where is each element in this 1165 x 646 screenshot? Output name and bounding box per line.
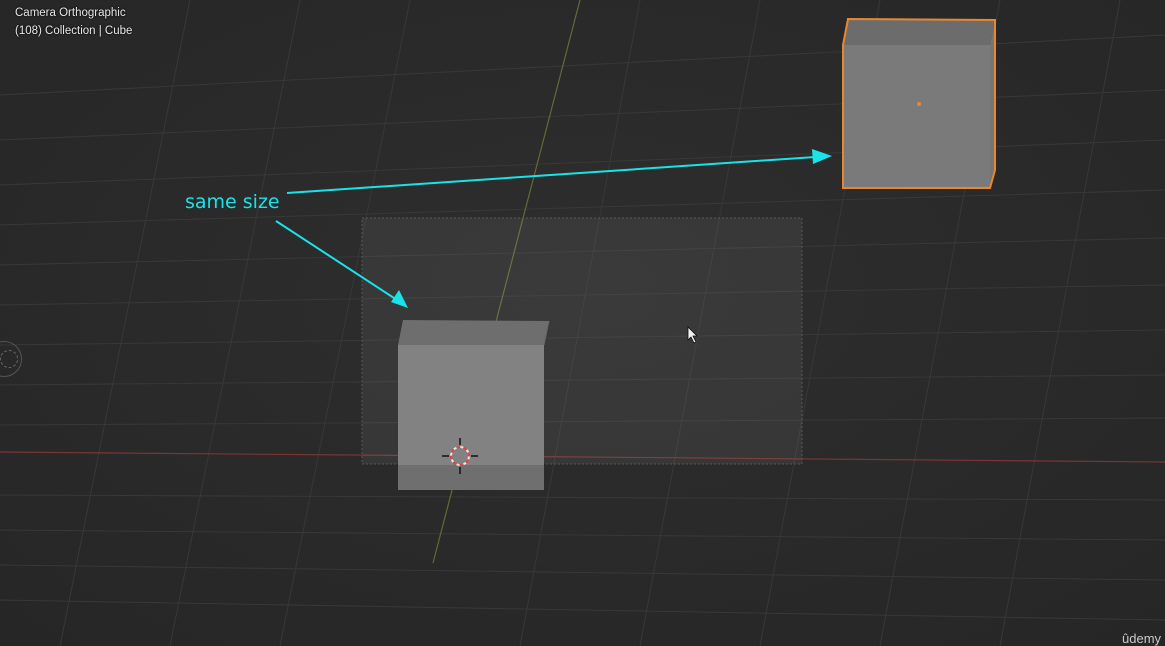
camera-view-cube[interactable] [398, 320, 550, 490]
object-origin-icon [917, 102, 921, 106]
udemy-watermark: ûdemy [1122, 631, 1162, 646]
viewport-view-label: Camera Orthographic [15, 7, 126, 19]
selected-cube[interactable] [842, 17, 996, 189]
annotation-label: same size [185, 191, 280, 213]
viewport-collection-label: (108) Collection | Cube [15, 25, 133, 37]
3d-viewport[interactable] [0, 0, 1165, 646]
gizmo-center-icon [0, 350, 18, 368]
